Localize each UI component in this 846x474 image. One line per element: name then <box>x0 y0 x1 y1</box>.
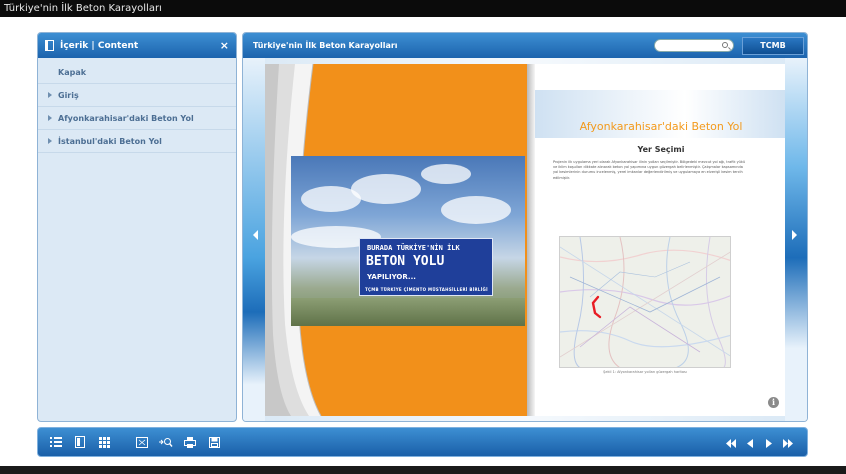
sidebar: İçerik | Content × Kapak Giriş Afyonkara… <box>37 32 237 422</box>
viewer-title: Türkiye'nin İlk Beton Karayolları <box>253 41 398 50</box>
toc-item-label: Kapak <box>58 67 87 77</box>
map-graphic <box>560 237 730 367</box>
toc-item-label: Afyonkarahisar'daki Beton Yol <box>58 113 194 123</box>
last-page-icon[interactable] <box>780 435 796 451</box>
zoom-icon[interactable] <box>158 434 174 450</box>
viewer-body: BURADA TÜRKİYE'NİN İLK BETON YOLU YAPILI… <box>243 58 807 421</box>
tcmb-button[interactable]: TCMB <box>742 36 804 55</box>
toc-item-kapak[interactable]: Kapak <box>38 61 236 84</box>
info-icon[interactable]: i <box>768 397 779 408</box>
billboard-line4: TÇMB TÜRKİYE ÇİMENTO MÜSTAHSİLLERİ BİRLİ… <box>365 287 488 292</box>
bookmark-icon[interactable] <box>72 434 88 450</box>
route-map <box>559 236 731 368</box>
viewer-header: Türkiye'nin İlk Beton Karayolları TCMB <box>243 33 807 58</box>
billboard-line2: BETON YOLU <box>366 254 445 269</box>
page-body-text: Projenin ilk uygulama yeri olarak Afyonk… <box>553 160 746 180</box>
toc-item-label: İstanbul'daki Beton Yol <box>58 136 162 146</box>
search-icon[interactable] <box>722 42 728 48</box>
grid-icon[interactable] <box>96 434 112 450</box>
toc-list: Kapak Giriş Afyonkarahisar'daki Beton Yo… <box>38 58 236 153</box>
next-page-arrow-icon[interactable] <box>792 230 797 240</box>
page-navigation <box>723 435 799 451</box>
map-caption: Şekil 1: Afyonkarahisar yolları güzergah… <box>603 370 687 374</box>
prev-page-icon[interactable] <box>742 435 758 451</box>
page-subheading: Yer Seçimi <box>637 145 685 154</box>
window-title: Türkiye'nin İlk Beton Karayolları <box>0 0 846 17</box>
billboard: BURADA TÜRKİYE'NİN İLK BETON YOLU YAPILI… <box>359 238 493 296</box>
toc-item-label: Giriş <box>58 90 79 100</box>
right-page[interactable]: Afyonkarahisar'daki Beton Yol Yer Seçimi… <box>535 64 785 416</box>
cloud <box>351 174 421 204</box>
close-icon[interactable]: × <box>220 39 229 52</box>
search-input[interactable] <box>654 39 734 52</box>
list-icon[interactable] <box>48 434 64 450</box>
bottom-toolbar <box>37 427 808 457</box>
bottom-strip <box>0 466 846 474</box>
print-icon[interactable] <box>182 434 198 450</box>
first-page-icon[interactable] <box>723 435 739 451</box>
cloud <box>441 196 511 224</box>
book-viewer: Türkiye'nin İlk Beton Karayolları TCMB B… <box>242 32 808 422</box>
billboard-photo: BURADA TÜRKİYE'NİN İLK BETON YOLU YAPILI… <box>291 156 525 326</box>
expand-arrow-icon <box>48 92 52 98</box>
billboard-line3: YAPILIYOR... <box>367 273 416 281</box>
sidebar-header: İçerik | Content × <box>38 33 236 58</box>
previous-page-arrow-icon[interactable] <box>253 230 258 240</box>
toc-item-giris[interactable]: Giriş <box>38 84 236 107</box>
sidebar-title: İçerik | Content <box>60 40 139 51</box>
ground <box>291 298 525 326</box>
toc-item-istanbul[interactable]: İstanbul'daki Beton Yol <box>38 130 236 153</box>
book-icon <box>45 40 54 51</box>
next-page-icon[interactable] <box>761 435 777 451</box>
cloud <box>421 164 471 184</box>
expand-arrow-icon <box>48 138 52 144</box>
page-heading: Afyonkarahisar'daki Beton Yol <box>579 120 743 133</box>
billboard-line1: BURADA TÜRKİYE'NİN İLK <box>367 244 460 252</box>
expand-arrow-icon <box>48 115 52 121</box>
save-icon[interactable] <box>206 434 222 450</box>
fullscreen-icon[interactable] <box>134 434 150 450</box>
book-spread[interactable]: BURADA TÜRKİYE'NİN İLK BETON YOLU YAPILI… <box>265 64 785 416</box>
toc-item-afyonkarahisar[interactable]: Afyonkarahisar'daki Beton Yol <box>38 107 236 130</box>
book-gutter <box>527 64 535 416</box>
